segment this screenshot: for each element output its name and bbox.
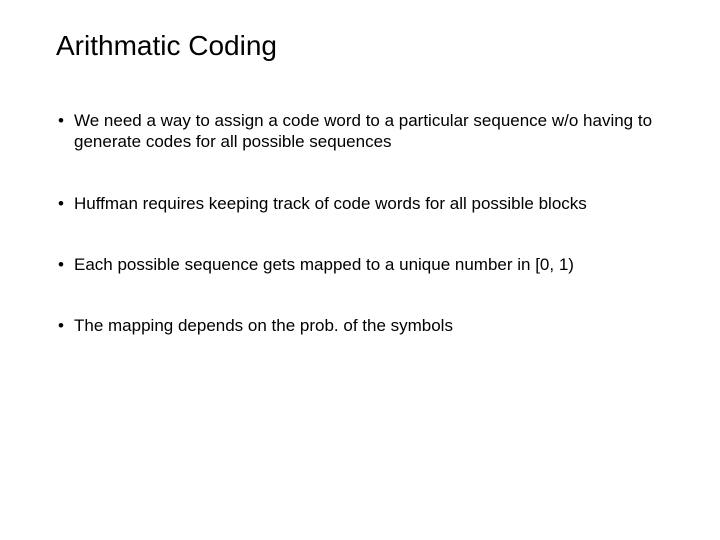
slide-title: Arithmatic Coding: [56, 30, 664, 62]
bullet-item: We need a way to assign a code word to a…: [56, 110, 664, 153]
bullet-item: The mapping depends on the prob. of the …: [56, 315, 664, 336]
bullet-item: Huffman requires keeping track of code w…: [56, 193, 664, 214]
bullet-item: Each possible sequence gets mapped to a …: [56, 254, 664, 275]
bullet-list: We need a way to assign a code word to a…: [56, 110, 664, 336]
